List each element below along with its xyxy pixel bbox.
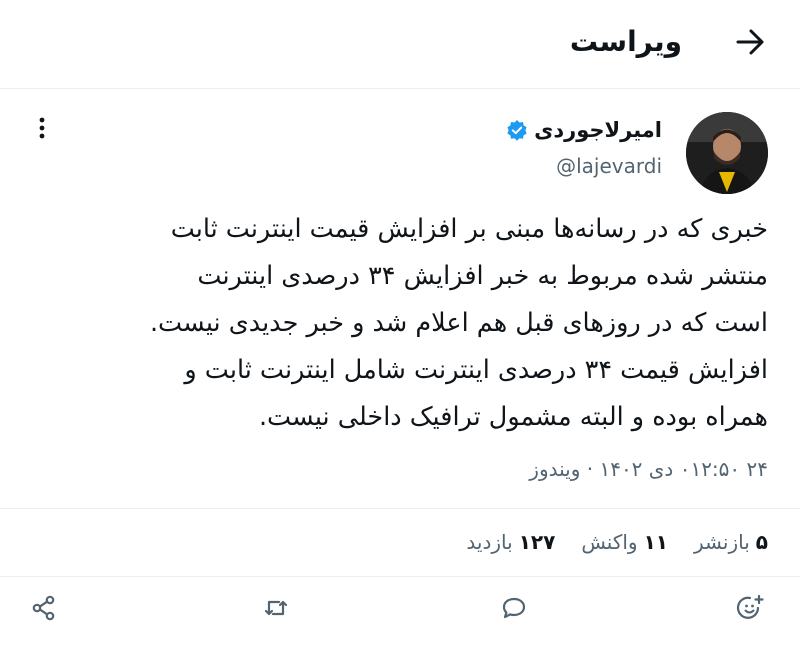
back-button[interactable] [730,22,770,62]
reposts-stat[interactable]: ۵ بازنشر [694,520,768,564]
reactions-count: ۱۱ [643,530,669,554]
stats-divider [0,576,800,577]
more-options-button[interactable] [30,114,54,142]
verified-badge-icon [507,120,527,141]
repost-button[interactable] [260,592,292,624]
author-name-row: امیرلاجوردی [506,116,662,144]
emoji-reaction-icon [736,594,764,619]
post-stats: ۵ بازنشر ۱۱ واکنش ۱۲۷ بازدید [466,520,768,564]
share-button[interactable] [28,592,60,624]
views-count: ۱۲۷ [518,530,556,554]
author-name[interactable]: امیرلاجوردی [534,116,662,144]
reactions-label: واکنش [581,530,638,554]
page-header: ویراست [0,0,800,88]
header-divider [0,88,800,89]
reposts-label: بازنشر [694,530,750,554]
arrow-right-icon [736,29,764,55]
views-stat: ۱۲۷ بازدید [466,520,555,564]
post-meta: ۲۴ ۰۱۲:۵۰ دی ۱۴۰۲ · ویندوز [529,457,768,481]
reactions-stat[interactable]: ۱۱ واکنش [581,520,668,564]
meta-divider [0,508,800,509]
reply-icon [502,597,526,619]
reply-button[interactable] [498,592,530,624]
reaction-button[interactable] [734,592,766,624]
avatar[interactable] [686,112,768,194]
post-text: خبری که در رسانه‌ها مبنی بر افزایش قیمت … [149,214,768,432]
more-vertical-icon [39,117,45,139]
share-icon [32,595,55,621]
author-handle[interactable]: @lajevardi [556,152,662,180]
page-title: ویراست [569,25,682,58]
repost-icon [264,600,288,616]
avatar-image [686,112,768,194]
action-bar [0,586,800,630]
views-label: بازدید [466,530,513,554]
reposts-count: ۵ [755,530,768,554]
